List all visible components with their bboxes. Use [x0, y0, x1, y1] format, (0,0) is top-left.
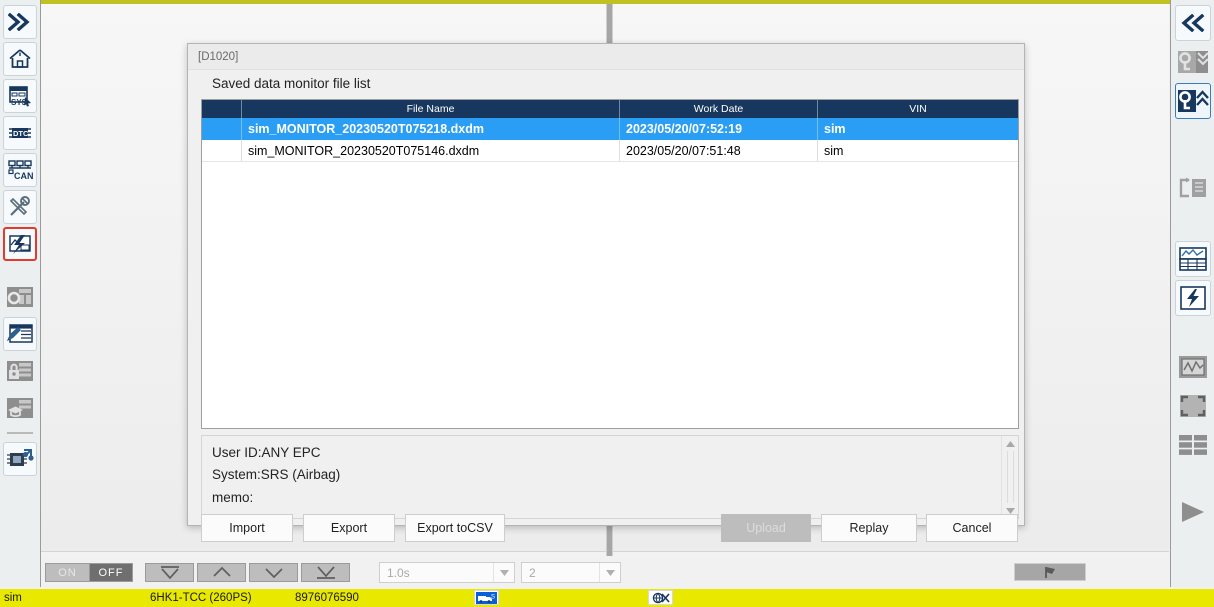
navigation-buttons	[145, 563, 350, 582]
svg-text:S: S	[491, 594, 495, 600]
svg-text:CAN: CAN	[14, 171, 33, 181]
row-vin: sim	[818, 118, 1018, 140]
flag-icon[interactable]	[1014, 563, 1086, 581]
svg-text:DTC: DTC	[13, 129, 29, 138]
nav-last-icon[interactable]	[301, 563, 350, 582]
edit-record-icon[interactable]	[3, 317, 37, 351]
scroll-up-icon[interactable]	[1002, 436, 1019, 451]
file-details-panel: User ID:ANY EPC System:SRS (Airbag) memo…	[201, 435, 1019, 519]
application-window: SYS DTC CAN	[0, 0, 1214, 607]
training-cap-icon[interactable]	[3, 391, 37, 425]
ecu-reprogram-icon[interactable]	[3, 442, 37, 476]
column-header-work-date[interactable]: Work Date	[620, 100, 818, 118]
refresh-list-icon[interactable]	[1175, 170, 1211, 206]
bottom-toolbar: ON OFF	[41, 556, 1169, 589]
save-up-icon[interactable]	[1175, 83, 1211, 119]
settings-gear-icon[interactable]	[3, 280, 37, 314]
upload-button: Upload	[721, 514, 811, 542]
waveform-icon[interactable]	[1175, 349, 1211, 385]
lightning-icon[interactable]	[1175, 280, 1211, 316]
toggle-off-button[interactable]: OFF	[89, 563, 133, 582]
can-network-icon[interactable]: CAN	[3, 153, 37, 187]
export-csv-button[interactable]: Export toCSV	[405, 514, 505, 542]
dialog-subtitle: Saved data monitor file list	[212, 76, 370, 91]
import-button[interactable]: Import	[201, 514, 293, 542]
nav-next-icon[interactable]	[249, 563, 298, 582]
sample-interval-value: 1.0s	[380, 566, 493, 580]
left-rail-divider	[7, 432, 33, 434]
status-engine-model: 6HK1-TCC (260PS)	[150, 592, 252, 604]
row-work-date: 2023/05/20/07:52:19	[620, 118, 818, 140]
table-row[interactable]: sim_MONITOR_20230520T075218.dxdm 2023/05…	[202, 118, 1018, 140]
row-file-name: sim_MONITOR_20230520T075146.dxdm	[242, 140, 620, 161]
dtc-icon[interactable]: DTC	[3, 116, 37, 150]
column-header-marker[interactable]	[202, 100, 242, 118]
column-header-file-name[interactable]: File Name	[242, 100, 620, 118]
grid-layout-icon[interactable]	[1175, 427, 1211, 463]
left-toolbar: SYS DTC CAN	[0, 0, 41, 587]
vehicle-connected-icon[interactable]: S	[474, 590, 499, 605]
row-marker	[202, 140, 242, 161]
data-monitor-icon[interactable]	[3, 227, 37, 261]
status-bar: sim 6HK1-TCC (260PS) 8976076590 S	[0, 589, 1214, 607]
tools-icon[interactable]	[3, 190, 37, 224]
scrollbar-track[interactable]	[1007, 451, 1014, 503]
chevron-down-icon[interactable]	[493, 563, 514, 582]
collapse-chevrons-icon[interactable]	[1175, 5, 1211, 41]
replay-button[interactable]: Replay	[821, 514, 917, 542]
sample-interval-select[interactable]: 1.0s	[379, 562, 515, 583]
export-button[interactable]: Export	[303, 514, 395, 542]
row-marker	[202, 118, 242, 140]
dialog-id-label: [D1020]	[188, 44, 1024, 70]
save-down-icon[interactable]	[1175, 44, 1211, 80]
play-icon[interactable]	[1175, 494, 1211, 530]
table-row[interactable]: sim_MONITOR_20230520T075146.dxdm 2023/05…	[202, 140, 1018, 162]
home-icon[interactable]	[3, 42, 37, 76]
file-list-table[interactable]: File Name Work Date VIN sim_MONITOR_2023…	[201, 99, 1019, 429]
record-toggle-group: ON OFF	[45, 563, 133, 582]
page-count-select[interactable]: 2	[521, 562, 621, 583]
detail-memo: memo:	[212, 487, 982, 510]
nav-first-icon[interactable]	[145, 563, 194, 582]
column-header-vin[interactable]: VIN	[818, 100, 1018, 118]
details-scrollbar[interactable]	[1001, 436, 1018, 518]
table-header-row: File Name Work Date VIN	[202, 100, 1018, 118]
row-file-name: sim_MONITOR_20230520T075218.dxdm	[242, 118, 620, 140]
network-disconnected-icon[interactable]	[648, 590, 673, 605]
detail-system: System:SRS (Airbag)	[212, 464, 982, 487]
page-count-value: 2	[522, 566, 599, 580]
toggle-on-button[interactable]: ON	[45, 563, 89, 582]
system-select-icon[interactable]: SYS	[3, 79, 37, 113]
row-vin: sim	[818, 140, 1018, 161]
dialog-button-bar: Import Export Export toCSV Upload Replay…	[188, 514, 1026, 554]
row-work-date: 2023/05/20/07:51:48	[620, 140, 818, 161]
security-lock-icon[interactable]	[3, 354, 37, 388]
cancel-button[interactable]: Cancel	[926, 514, 1018, 542]
expand-chevrons-icon[interactable]	[3, 5, 37, 39]
status-part-number: 8976076590	[295, 592, 359, 604]
graph-table-icon[interactable]	[1175, 241, 1211, 277]
status-vin: sim	[4, 592, 22, 604]
nav-prev-icon[interactable]	[197, 563, 246, 582]
right-toolbar	[1170, 0, 1214, 587]
saved-data-monitor-dialog: [D1020] Saved data monitor file list Fil…	[187, 43, 1025, 526]
fullscreen-icon[interactable]	[1175, 388, 1211, 424]
detail-user-id: User ID:ANY EPC	[212, 442, 982, 465]
chevron-down-icon[interactable]	[599, 563, 620, 582]
